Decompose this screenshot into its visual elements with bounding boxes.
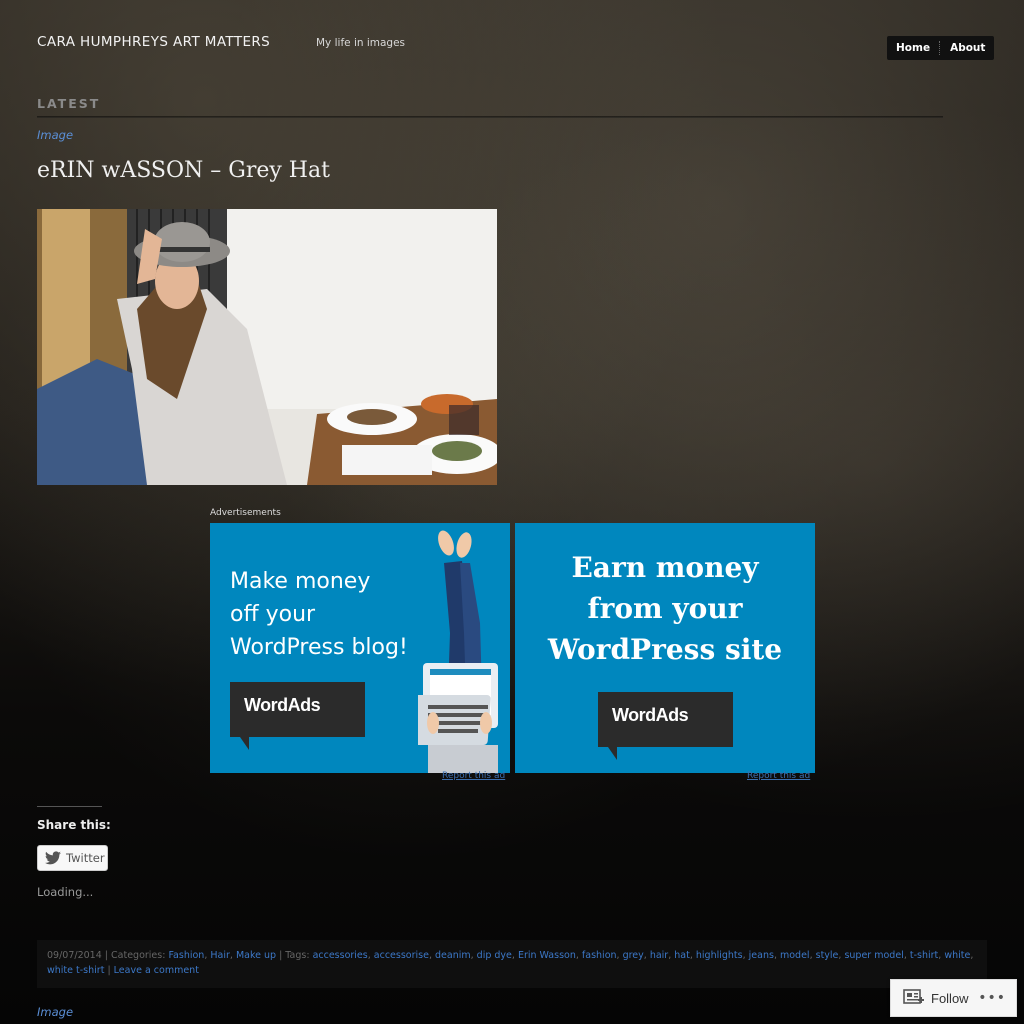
speech-tail-icon (608, 747, 617, 760)
report-ad-link[interactable]: Report this ad (442, 771, 505, 781)
post-meta: 09/07/2014 | Categories: Fashion, Hair, … (37, 940, 987, 988)
section-label: LATEST (37, 96, 101, 111)
speech-tail-icon (240, 737, 249, 750)
nav-item-home[interactable]: Home (887, 36, 939, 60)
tag-link[interactable]: hat (674, 950, 690, 961)
photo-illustration (37, 209, 497, 485)
twitter-icon (45, 851, 61, 865)
site-title[interactable]: CARA HUMPHREYS ART MATTERS (37, 34, 270, 50)
share-divider (37, 806, 102, 807)
tag-link[interactable]: accessorise (374, 950, 429, 961)
tag-link[interactable]: jeans (749, 950, 774, 961)
tag-link[interactable]: super model (844, 950, 903, 961)
nav-item-about[interactable]: About (941, 36, 994, 60)
twitter-share-button[interactable]: Twitter (37, 845, 108, 871)
leave-comment-link[interactable]: Leave a comment (114, 965, 199, 976)
wordads-logo-text: WordAds (244, 695, 321, 715)
follow-reader-icon (903, 989, 924, 1004)
category-link[interactable]: Hair (210, 950, 230, 961)
tag-link[interactable]: white (944, 950, 970, 961)
main-nav: Home About (887, 36, 995, 60)
category-link[interactable]: Make up (236, 950, 276, 961)
share-title: Share this: (37, 818, 111, 832)
tag-link[interactable]: fashion (582, 950, 617, 961)
tag-link[interactable]: highlights (696, 950, 743, 961)
tag-link[interactable]: style (816, 950, 839, 961)
wordads-ad-earn-money[interactable]: Earn money from your WordPress site Word… (515, 523, 815, 773)
next-post-format-link[interactable]: Image (37, 1005, 73, 1019)
post-title[interactable]: eRIN wASSON – Grey Hat (37, 158, 330, 183)
categories-label: Categories: (111, 950, 166, 961)
wordads-logo-text: WordAds (612, 705, 689, 725)
tag-link[interactable]: Erin Wasson (518, 950, 576, 961)
site-header: CARA HUMPHREYS ART MATTERS My life in im… (0, 0, 1024, 90)
category-link[interactable]: Fashion (168, 950, 204, 961)
wordads-logo-box: WordAds (598, 692, 733, 747)
site-tagline: My life in images (316, 37, 406, 49)
report-ad-link[interactable]: Report this ad (747, 771, 810, 781)
person-laptop-illustration (418, 530, 498, 773)
loading-text: Loading... (37, 885, 94, 899)
tags-label: Tags: (285, 950, 310, 961)
wordads-ad-make-money[interactable]: Make money off your WordPress blog! Word… (210, 523, 510, 773)
tag-link[interactable]: accessories (313, 950, 368, 961)
section-divider (37, 116, 943, 118)
post-format-link[interactable]: Image (37, 128, 73, 142)
tag-link[interactable]: deanim (435, 950, 471, 961)
follow-button[interactable]: Follow ••• (890, 979, 1017, 1017)
ad-headline: Earn money from your WordPress site (547, 551, 783, 666)
more-options-icon[interactable]: ••• (978, 990, 1006, 1006)
tag-link[interactable]: grey (623, 950, 644, 961)
ad-headline: Make money off your WordPress blog! (230, 569, 408, 660)
wordads-logo-box: WordAds (230, 682, 365, 737)
twitter-label: Twitter (66, 851, 105, 865)
tag-link[interactable]: white t-shirt (47, 965, 104, 976)
tag-link[interactable]: model (780, 950, 810, 961)
post-date: 09/07/2014 (47, 950, 102, 961)
ads-label: Advertisements (210, 508, 281, 518)
post-image[interactable] (37, 209, 497, 485)
tag-link[interactable]: t-shirt (910, 950, 938, 961)
tag-link[interactable]: hair (650, 950, 668, 961)
follow-label: Follow (931, 990, 969, 1006)
tag-link[interactable]: dip dye (477, 950, 512, 961)
